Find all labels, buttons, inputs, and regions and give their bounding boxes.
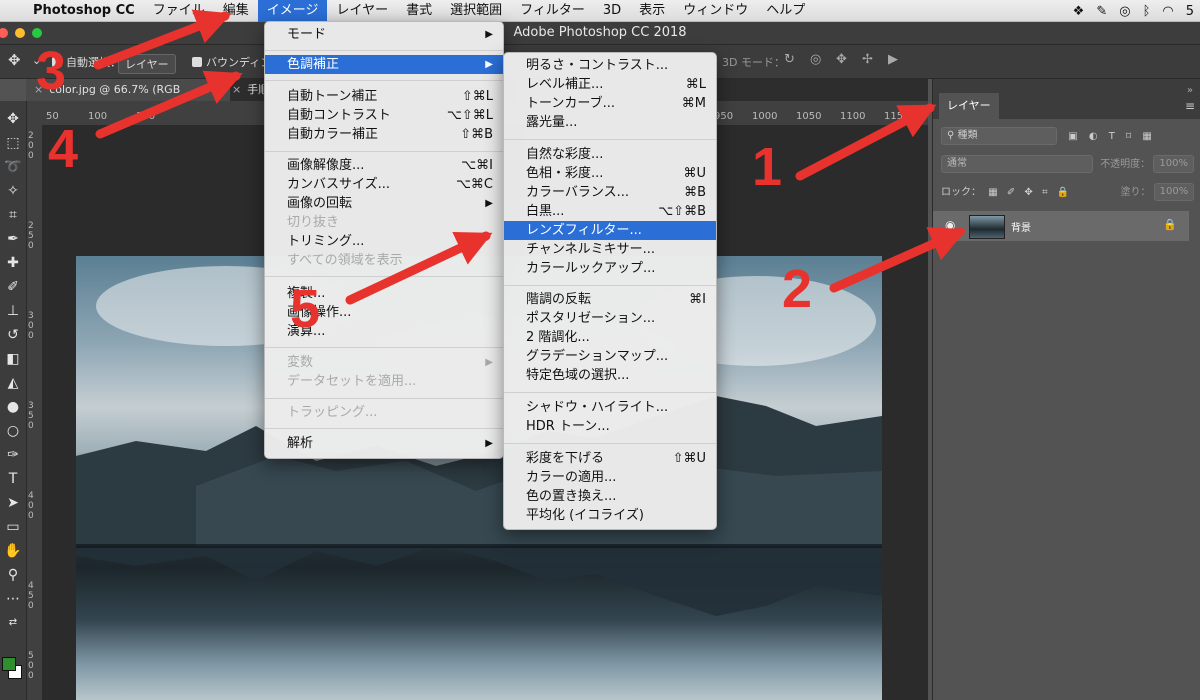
annotation-number-5: 5 xyxy=(290,279,321,339)
annotation-number-2: 2 xyxy=(782,259,813,319)
annotation-arrows xyxy=(93,9,967,305)
arrow-4 xyxy=(95,70,243,139)
arrow-2 xyxy=(829,227,967,293)
annotation-number-1: 1 xyxy=(752,137,783,197)
arrow-5 xyxy=(345,231,493,305)
arrow-1 xyxy=(795,103,937,181)
annotation-number-3: 3 xyxy=(36,41,67,101)
arrow-3 xyxy=(93,9,232,70)
annotation-number-4: 4 xyxy=(48,119,79,179)
